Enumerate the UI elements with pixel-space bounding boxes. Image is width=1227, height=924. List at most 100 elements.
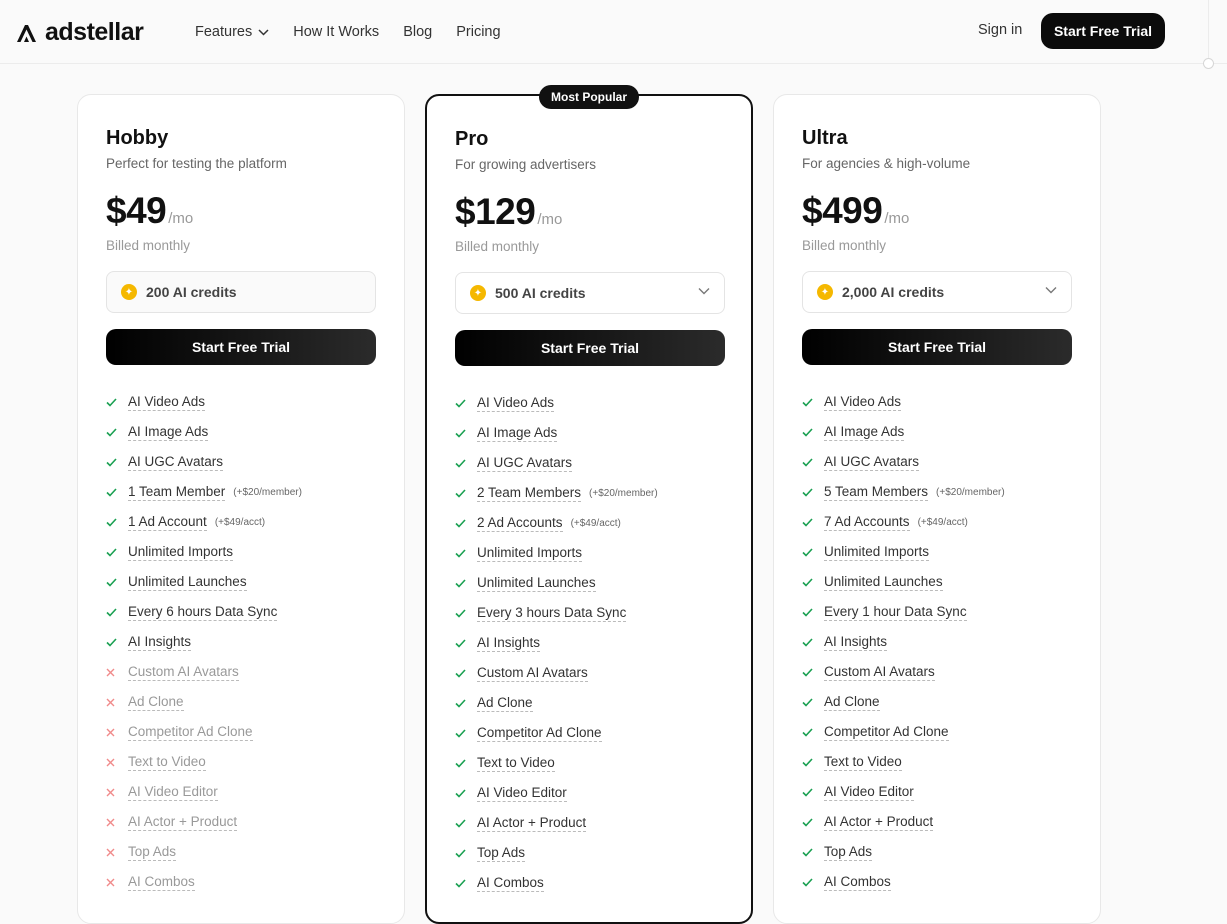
feature-label[interactable]: Every 1 hour Data Sync xyxy=(824,604,967,621)
feature-label[interactable]: AI Actor + Product xyxy=(824,814,934,831)
feature-label[interactable]: Ad Clone xyxy=(824,694,880,711)
plan-period: /mo xyxy=(168,210,194,227)
feature-item: 1 Team Member (+$20/member) xyxy=(106,477,302,507)
feature-label[interactable]: Unlimited Launches xyxy=(128,574,247,591)
feature-item: 2 Team Members (+$20/member) xyxy=(455,478,658,508)
nav-blog[interactable]: Blog xyxy=(403,24,432,40)
check-icon xyxy=(455,548,467,558)
feature-label[interactable]: Custom AI Avatars xyxy=(824,664,935,681)
feature-label[interactable]: Unlimited Imports xyxy=(128,544,234,561)
feature-label[interactable]: AI Video Ads xyxy=(824,394,902,411)
feature-label[interactable]: AI Actor + Product xyxy=(128,814,238,831)
feature-item: Text to Video xyxy=(106,747,302,777)
feature-note: (+$20/member) xyxy=(233,486,302,498)
feature-label[interactable]: 5 Team Members xyxy=(824,484,929,501)
feature-label[interactable]: AI Combos xyxy=(824,874,891,891)
feature-label[interactable]: Top Ads xyxy=(824,844,873,861)
feature-label[interactable]: AI UGC Avatars xyxy=(824,454,920,471)
feature-label[interactable]: AI UGC Avatars xyxy=(128,454,224,471)
check-icon xyxy=(802,877,814,887)
feature-label[interactable]: Top Ads xyxy=(128,844,177,861)
feature-item: 2 Ad Accounts (+$49/acct) xyxy=(455,508,658,538)
feature-label[interactable]: 2 Team Members xyxy=(477,485,582,502)
feature-label[interactable]: AI Video Ads xyxy=(128,394,206,411)
feature-item: Top Ads xyxy=(106,837,302,867)
nav-how-it-works[interactable]: How It Works xyxy=(293,24,379,40)
feature-list: AI Video Ads AI Image Ads AI UGC Avatars… xyxy=(802,387,1005,897)
feature-item: Text to Video xyxy=(802,747,1005,777)
feature-label[interactable]: AI UGC Avatars xyxy=(477,455,573,472)
start-free-trial-button[interactable]: Start Free Trial xyxy=(802,329,1072,365)
feature-item: Ad Clone xyxy=(802,687,1005,717)
feature-label[interactable]: Unlimited Imports xyxy=(824,544,930,561)
billing-note: Billed monthly xyxy=(106,238,191,253)
feature-label[interactable]: AI Image Ads xyxy=(477,425,558,442)
feature-label[interactable]: Unlimited Imports xyxy=(477,545,583,562)
start-free-trial-button[interactable]: Start Free Trial xyxy=(106,329,376,365)
check-icon xyxy=(455,398,467,408)
check-icon xyxy=(106,577,118,587)
sign-in-link[interactable]: Sign in xyxy=(978,22,1022,38)
logo[interactable]: adstellar xyxy=(15,18,144,47)
feature-item: AI Insights xyxy=(106,627,302,657)
chevron-down-icon xyxy=(698,288,710,295)
credits-dropdown[interactable]: ✦ 2,000 AI credits xyxy=(802,271,1072,313)
price-row: $49 /mo xyxy=(106,190,193,232)
credits-dropdown[interactable]: ✦ 500 AI credits xyxy=(455,272,725,314)
feature-label[interactable]: AI Video Editor xyxy=(824,784,914,801)
plan-price: $499 xyxy=(802,190,883,231)
plan-price: $49 xyxy=(106,190,167,231)
feature-label[interactable]: AI Insights xyxy=(824,634,888,651)
feature-item: AI Insights xyxy=(802,627,1005,657)
feature-label[interactable]: AI Video Editor xyxy=(128,784,218,801)
feature-label[interactable]: Text to Video xyxy=(477,755,555,772)
check-icon xyxy=(106,427,118,437)
feature-label[interactable]: Competitor Ad Clone xyxy=(477,725,602,742)
feature-label[interactable]: Unlimited Launches xyxy=(824,574,943,591)
plan-period: /mo xyxy=(537,211,563,228)
feature-label[interactable]: AI Combos xyxy=(128,874,195,891)
feature-label[interactable]: 7 Ad Accounts xyxy=(824,514,910,531)
nav-features[interactable]: Features xyxy=(195,24,269,40)
feature-label[interactable]: AI Insights xyxy=(477,635,541,652)
feature-label[interactable]: Custom AI Avatars xyxy=(477,665,588,682)
feature-label[interactable]: AI Video Ads xyxy=(477,395,555,412)
feature-label[interactable]: AI Image Ads xyxy=(128,424,209,441)
start-free-trial-button[interactable]: Start Free Trial xyxy=(455,330,725,366)
price-row: $499 /mo xyxy=(802,190,909,232)
feature-label[interactable]: Competitor Ad Clone xyxy=(824,724,949,741)
feature-label[interactable]: Text to Video xyxy=(824,754,902,771)
feature-label[interactable]: Text to Video xyxy=(128,754,206,771)
credit-coin-icon: ✦ xyxy=(121,284,137,300)
feature-label[interactable]: AI Image Ads xyxy=(824,424,905,441)
check-icon xyxy=(802,577,814,587)
feature-label[interactable]: Unlimited Launches xyxy=(477,575,596,592)
feature-label[interactable]: AI Combos xyxy=(477,875,544,892)
feature-label[interactable]: AI Insights xyxy=(128,634,192,651)
check-icon xyxy=(802,427,814,437)
feature-item: AI Image Ads xyxy=(106,417,302,447)
check-icon xyxy=(802,667,814,677)
feature-label[interactable]: 2 Ad Accounts xyxy=(477,515,563,532)
header-start-trial-button[interactable]: Start Free Trial xyxy=(1041,13,1165,49)
check-icon xyxy=(455,848,467,858)
feature-item: AI Combos xyxy=(106,867,302,897)
feature-label[interactable]: AI Video Editor xyxy=(477,785,567,802)
billing-note: Billed monthly xyxy=(802,238,887,253)
feature-item: AI Video Editor xyxy=(106,777,302,807)
feature-label[interactable]: 1 Team Member xyxy=(128,484,226,501)
scroll-knob[interactable] xyxy=(1203,58,1214,69)
feature-label[interactable]: Ad Clone xyxy=(477,695,533,712)
feature-label[interactable]: Competitor Ad Clone xyxy=(128,724,253,741)
feature-item: Competitor Ad Clone xyxy=(106,717,302,747)
nav-pricing[interactable]: Pricing xyxy=(456,24,500,40)
feature-label[interactable]: AI Actor + Product xyxy=(477,815,587,832)
feature-item: Unlimited Launches xyxy=(106,567,302,597)
feature-label[interactable]: Every 3 hours Data Sync xyxy=(477,605,627,622)
feature-label[interactable]: Custom AI Avatars xyxy=(128,664,239,681)
feature-label[interactable]: 1 Ad Account xyxy=(128,514,207,531)
feature-label[interactable]: Every 6 hours Data Sync xyxy=(128,604,278,621)
cross-icon xyxy=(106,728,118,737)
feature-label[interactable]: Top Ads xyxy=(477,845,526,862)
feature-label[interactable]: Ad Clone xyxy=(128,694,184,711)
